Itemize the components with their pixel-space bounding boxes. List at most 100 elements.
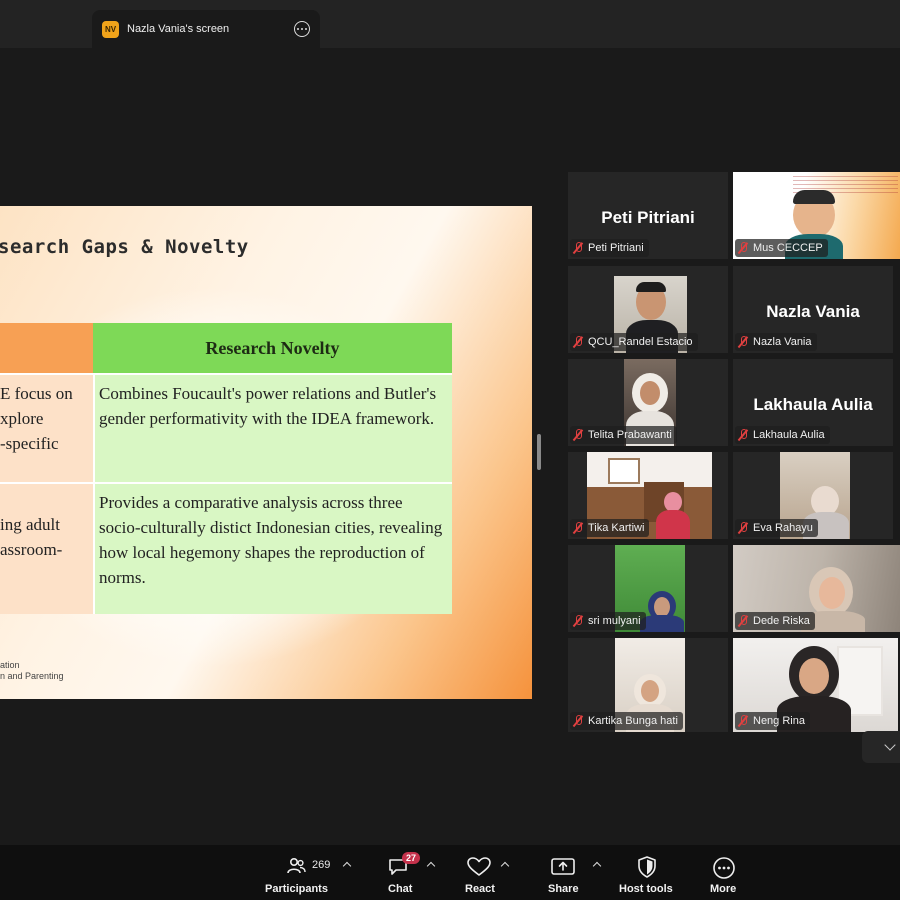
participant-name: sri mulyani xyxy=(588,615,641,627)
share-label: Share xyxy=(548,883,579,895)
participants-label: Participants xyxy=(265,883,328,895)
room-window xyxy=(608,458,640,484)
participant-name: Dede Riska xyxy=(753,615,810,627)
participant-tile[interactable]: Kartika Bunga hati xyxy=(568,638,728,732)
more-button[interactable]: More xyxy=(706,845,742,900)
mic-muted-icon xyxy=(573,715,583,727)
participant-tile[interactable]: Eva Rahayu xyxy=(733,452,893,539)
participant-name-tag: Tika Kartiwi xyxy=(570,519,650,537)
participants-button[interactable]: 269 Participants xyxy=(262,845,356,900)
participant-tile[interactable]: Mus CECCEP xyxy=(733,172,900,259)
participant-tile[interactable]: Telita Prabawanti xyxy=(568,359,728,446)
mic-muted-icon xyxy=(573,242,583,254)
person-face xyxy=(654,597,670,617)
person-head xyxy=(664,492,682,512)
mic-muted-icon xyxy=(573,522,583,534)
top-bar: NV Nazla Vania's screen xyxy=(0,0,900,48)
participant-big-name: Lakhaula Aulia xyxy=(753,395,873,414)
participant-name: Peti Pitriani xyxy=(588,242,644,254)
gallery-scroll-down-button[interactable] xyxy=(862,731,900,763)
react-button[interactable]: React xyxy=(464,845,516,900)
resize-handle[interactable] xyxy=(537,434,541,470)
host-tools-label: Host tools xyxy=(619,883,673,895)
footer-line: n and Parenting xyxy=(0,671,64,681)
more-icon xyxy=(713,857,735,879)
table-header-row: Research Novelty xyxy=(0,323,452,373)
heart-icon xyxy=(467,857,491,876)
react-label: React xyxy=(465,883,495,895)
gap-line: E focus on xyxy=(0,384,73,403)
more-options-icon[interactable] xyxy=(294,21,310,37)
table-cell-gap: ing adult assroom- xyxy=(0,484,93,614)
gap-line: ing adult xyxy=(0,515,60,534)
react-caret-icon[interactable] xyxy=(500,861,510,871)
meeting-toolbar: 269 Participants 27 Chat React Share Hos… xyxy=(0,845,900,900)
shared-screen-label: Nazla Vania's screen xyxy=(127,23,230,35)
participant-name-tag: sri mulyani xyxy=(570,612,646,630)
table-cell-novelty: Combines Foucault's power relations and … xyxy=(93,375,452,482)
mic-muted-icon xyxy=(738,336,748,348)
person-face xyxy=(640,381,660,405)
mic-muted-icon xyxy=(738,715,748,727)
table-header-novelty: Research Novelty xyxy=(93,323,452,373)
participant-name: Lakhaula Aulia xyxy=(753,429,825,441)
more-label: More xyxy=(710,883,737,895)
share-button[interactable]: Share xyxy=(546,845,602,900)
chat-unread-badge: 27 xyxy=(402,852,421,864)
participants-caret-icon[interactable] xyxy=(342,861,352,871)
participant-tile[interactable]: Tika Kartiwi xyxy=(568,452,728,539)
gap-line: xplore xyxy=(0,409,44,428)
person-body xyxy=(640,615,684,632)
participant-tile[interactable]: sri mulyani xyxy=(568,545,728,632)
mic-muted-icon xyxy=(738,242,748,254)
participant-big-name: Nazla Vania xyxy=(766,302,860,321)
presenter-initials-badge: NV xyxy=(102,20,119,38)
participant-name: Nazla Vania xyxy=(753,336,812,348)
participant-tile[interactable]: Peti Pitriani Peti Pitriani xyxy=(568,172,728,259)
mic-muted-icon xyxy=(573,615,583,627)
table-row: ing adult assroom- Provides a comparativ… xyxy=(0,482,452,614)
footer-line: ation xyxy=(0,660,20,670)
participant-name: Kartika Bunga hati xyxy=(588,715,678,727)
chat-button[interactable]: 27 Chat xyxy=(382,845,440,900)
person-face xyxy=(799,658,829,694)
gap-line: -specific xyxy=(0,434,59,453)
participant-name-tag: Telita Prabawanti xyxy=(570,426,677,444)
person-face xyxy=(641,680,659,702)
table-cell-novelty: Provides a comparative analysis across t… xyxy=(93,484,452,614)
participant-name-tag: Neng Rina xyxy=(735,712,810,730)
participant-name: Telita Prabawanti xyxy=(588,429,672,441)
participant-big-name: Peti Pitriani xyxy=(601,208,695,227)
meeting-window: NV Nazla Vania's screen search Gaps & No… xyxy=(0,0,900,900)
table-row: E focus on xplore -specific Combines Fou… xyxy=(0,373,452,482)
shield-icon xyxy=(638,856,656,878)
participant-name-tag: Kartika Bunga hati xyxy=(570,712,683,730)
mic-muted-icon xyxy=(573,336,583,348)
novelty-table: Research Novelty E focus on xplore -spec… xyxy=(0,323,452,614)
participant-tile[interactable]: Lakhaula Aulia Lakhaula Aulia xyxy=(733,359,893,446)
participants-count: 269 xyxy=(312,859,331,871)
participant-tile[interactable]: Neng Rina xyxy=(733,638,898,732)
shared-slide: search Gaps & Novelty Research Novelty E… xyxy=(0,206,532,699)
participant-tile[interactable]: QCU_Randel Estacio xyxy=(568,266,728,353)
slide-title: search Gaps & Novelty xyxy=(0,236,249,258)
chat-caret-icon[interactable] xyxy=(426,861,436,871)
shared-screen-tab[interactable]: NV Nazla Vania's screen xyxy=(92,10,320,48)
participant-tile[interactable]: Dede Riska xyxy=(733,545,900,632)
participant-name-tag: Nazla Vania xyxy=(735,333,817,351)
host-tools-button[interactable]: Host tools xyxy=(618,845,676,900)
participant-name: QCU_Randel Estacio xyxy=(588,336,693,348)
participant-name-tag: Dede Riska xyxy=(735,612,815,630)
person-face xyxy=(819,577,845,609)
participant-name-tag: Lakhaula Aulia xyxy=(735,426,830,444)
participant-name-tag: Eva Rahayu xyxy=(735,519,818,537)
mic-muted-icon xyxy=(573,429,583,441)
mic-muted-icon xyxy=(738,522,748,534)
participant-name-tag: Mus CECCEP xyxy=(735,239,828,257)
share-screen-icon xyxy=(551,858,575,875)
participant-name: Mus CECCEP xyxy=(753,242,823,254)
share-caret-icon[interactable] xyxy=(592,861,602,871)
participant-tile[interactable]: Nazla Vania Nazla Vania xyxy=(733,266,893,353)
chat-label: Chat xyxy=(388,883,413,895)
participant-name-tag: Peti Pitriani xyxy=(570,239,649,257)
